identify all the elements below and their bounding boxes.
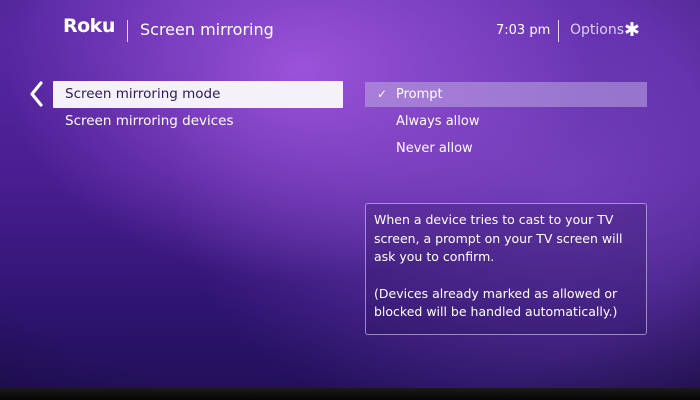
option-never-allow[interactable]: Never allow — [365, 136, 647, 161]
clock: 7:03 pm — [496, 23, 551, 38]
option-always-allow[interactable]: Always allow — [365, 109, 647, 134]
header: Roku Screen mirroring 7:03 pm Options ✱ — [0, 0, 700, 60]
info-text: When a device tries to cast to your TV s… — [374, 212, 623, 264]
option-label: Always allow — [396, 114, 480, 129]
tv-bezel — [0, 388, 700, 400]
roku-logo: Roku — [63, 15, 115, 37]
option-label: Never allow — [396, 141, 473, 156]
header-divider — [127, 20, 128, 42]
options-button[interactable]: Options — [570, 22, 624, 38]
menu-item-screen-mirroring-mode[interactable]: Screen mirroring mode — [53, 81, 343, 108]
checkmark-icon: ✓ — [377, 87, 388, 101]
asterisk-icon[interactable]: ✱ — [624, 20, 640, 40]
menu-item-screen-mirroring-devices[interactable]: Screen mirroring devices — [53, 108, 343, 135]
tv-screen: Roku Screen mirroring 7:03 pm Options ✱ … — [0, 0, 700, 388]
option-prompt[interactable]: ✓ Prompt — [365, 82, 647, 107]
back-chevron-icon[interactable] — [28, 80, 46, 108]
info-panel: When a device tries to cast to your TV s… — [365, 203, 647, 335]
info-note: (Devices already marked as allowed or bl… — [374, 285, 618, 320]
page-title: Screen mirroring — [140, 20, 274, 39]
header-divider — [558, 20, 559, 42]
option-label: Prompt — [396, 87, 443, 102]
